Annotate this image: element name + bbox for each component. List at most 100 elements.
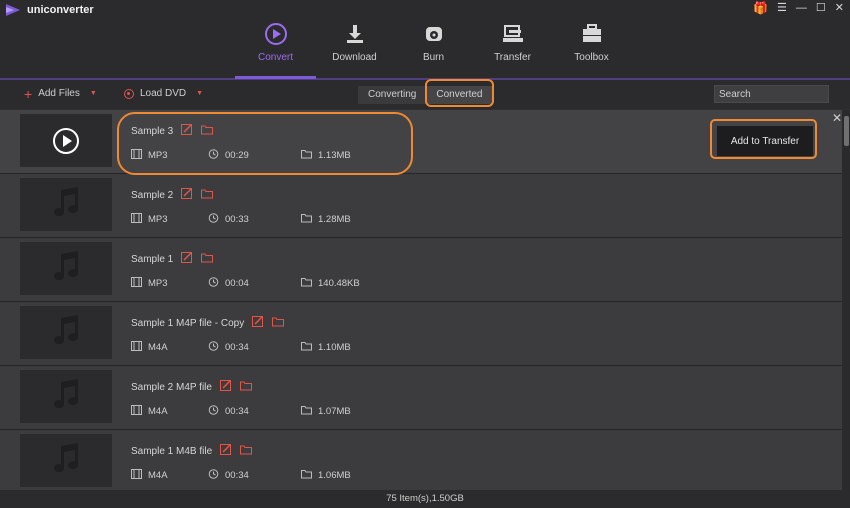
file-meta: M4A 00:34 1.06MB <box>131 469 431 483</box>
main-nav: Convert Download Burn Transfer Toolbox <box>236 22 631 78</box>
open-folder-icon[interactable] <box>201 124 214 138</box>
file-thumbnail[interactable] <box>20 178 112 231</box>
nav-download-label: Download <box>332 52 377 63</box>
file-duration: 00:34 <box>225 406 249 417</box>
folder-icon <box>301 149 312 162</box>
open-folder-icon[interactable] <box>240 444 253 458</box>
converted-tab-highlight <box>425 79 494 107</box>
nav-burn-label: Burn <box>422 52 445 63</box>
format-icon <box>131 277 142 290</box>
search-input[interactable] <box>714 85 829 103</box>
chevron-down-icon[interactable]: ▼ <box>90 90 97 97</box>
nav-download[interactable]: Download <box>315 22 394 78</box>
file-format: M4A <box>148 406 168 417</box>
menu-icon[interactable]: ☰ <box>777 2 787 14</box>
remove-row-icon[interactable]: ✕ <box>832 111 842 125</box>
file-name: Sample 3 <box>131 125 174 137</box>
file-size: 1.28MB <box>318 214 351 225</box>
file-row[interactable]: Sample 1 MP3 00:04 140.48KB <box>0 238 842 302</box>
window-controls: 🎁 ☰ — ☐ ✕ <box>753 2 844 14</box>
tab-converting[interactable]: Converting <box>358 86 427 104</box>
music-note-icon <box>48 312 84 353</box>
play-icon[interactable] <box>53 127 79 154</box>
file-name: Sample 1 M4B file <box>131 445 213 457</box>
nav-transfer-label: Transfer <box>494 52 531 63</box>
file-size: 1.10MB <box>318 342 351 353</box>
file-meta: M4A 00:34 1.10MB <box>131 341 431 355</box>
format-icon <box>131 149 142 162</box>
file-name-line: Sample 2 <box>131 188 214 202</box>
toolbox-icon <box>579 22 605 46</box>
file-row[interactable]: Sample 3 MP3 00:29 1.13MB Add to Transfer ✕ <box>0 110 842 174</box>
app-name: uniconverter <box>27 4 94 16</box>
dvd-icon <box>124 88 134 99</box>
clock-icon <box>208 405 219 418</box>
file-row[interactable]: Sample 2 M4P file M4A 00:34 1.07MB <box>0 366 842 430</box>
edit-icon[interactable] <box>219 380 232 394</box>
file-meta: MP3 00:33 1.28MB <box>131 213 431 227</box>
file-list: Sample 3 MP3 00:29 1.13MB Add to Transfer ✕ Sa… <box>0 110 842 490</box>
edit-icon[interactable] <box>252 316 264 330</box>
file-row[interactable]: Sample 1 M4B file M4A 00:34 1.06MB <box>0 430 842 490</box>
file-thumbnail[interactable] <box>20 434 112 487</box>
clock-icon <box>208 341 219 354</box>
file-name-line: Sample 1 M4P file - Copy <box>131 316 285 330</box>
file-format: MP3 <box>148 214 168 225</box>
add-to-transfer-button[interactable]: Add to Transfer <box>717 126 813 156</box>
format-icon <box>131 213 142 226</box>
file-name-line: Sample 2 M4P file <box>131 380 252 394</box>
folder-icon <box>301 469 312 482</box>
nav-burn[interactable]: Burn <box>394 22 473 78</box>
open-folder-icon[interactable] <box>272 316 285 330</box>
file-format: M4A <box>148 470 168 481</box>
file-name-line: Sample 3 <box>131 124 214 138</box>
file-duration: 00:33 <box>225 214 249 225</box>
load-dvd-button[interactable]: Load DVD ▼ <box>124 88 203 99</box>
scrollbar-thumb[interactable] <box>844 116 849 146</box>
edit-icon[interactable] <box>181 124 193 138</box>
top-bar: uniconverter 🎁 ☰ — ☐ ✕ Convert Download <box>0 0 850 78</box>
file-duration: 00:34 <box>225 342 249 353</box>
file-thumbnail[interactable] <box>20 306 112 359</box>
file-name-line: Sample 1 M4B file <box>131 444 253 458</box>
gift-icon[interactable]: 🎁 <box>753 2 768 14</box>
file-thumbnail[interactable] <box>20 242 112 295</box>
folder-icon <box>301 341 312 354</box>
edit-icon[interactable] <box>181 188 193 202</box>
file-duration: 00:29 <box>225 150 249 161</box>
nav-convert[interactable]: Convert <box>236 22 315 78</box>
nav-toolbox[interactable]: Toolbox <box>552 22 631 78</box>
file-thumbnail[interactable] <box>20 114 112 167</box>
clock-icon <box>208 469 219 482</box>
download-icon <box>342 22 368 46</box>
music-note-icon <box>48 376 84 417</box>
music-note-icon <box>48 184 84 225</box>
close-icon[interactable]: ✕ <box>835 2 844 14</box>
nav-transfer[interactable]: Transfer <box>473 22 552 78</box>
clock-icon <box>208 213 219 226</box>
folder-icon <box>301 277 312 290</box>
nav-convert-label: Convert <box>257 52 293 63</box>
maximize-icon[interactable]: ☐ <box>816 2 826 14</box>
file-row[interactable]: Sample 2 MP3 00:33 1.28MB <box>0 174 842 238</box>
open-folder-icon[interactable] <box>201 252 214 266</box>
file-format: M4A <box>148 342 168 353</box>
open-folder-icon[interactable] <box>239 380 252 394</box>
file-thumbnail[interactable] <box>20 370 112 423</box>
load-dvd-label: Load DVD <box>140 88 187 99</box>
scrollbar-track[interactable] <box>842 110 850 490</box>
edit-icon[interactable] <box>181 252 193 266</box>
open-folder-icon[interactable] <box>201 188 214 202</box>
minimize-icon[interactable]: — <box>796 2 807 14</box>
app-window: uniconverter 🎁 ☰ — ☐ ✕ Convert Download <box>0 0 850 508</box>
nav-toolbox-label: Toolbox <box>574 52 609 63</box>
clock-icon <box>208 277 219 290</box>
file-name: Sample 2 <box>131 189 174 201</box>
format-icon <box>131 341 142 354</box>
chevron-down-icon[interactable]: ▼ <box>196 90 203 97</box>
file-row[interactable]: Sample 1 M4P file - Copy M4A 00:34 1.10MB <box>0 302 842 366</box>
file-name: Sample 1 M4P file - Copy <box>131 317 245 329</box>
edit-icon[interactable] <box>220 444 232 458</box>
folder-icon <box>301 405 312 418</box>
add-files-button[interactable]: + Add Files ▼ <box>24 87 97 101</box>
